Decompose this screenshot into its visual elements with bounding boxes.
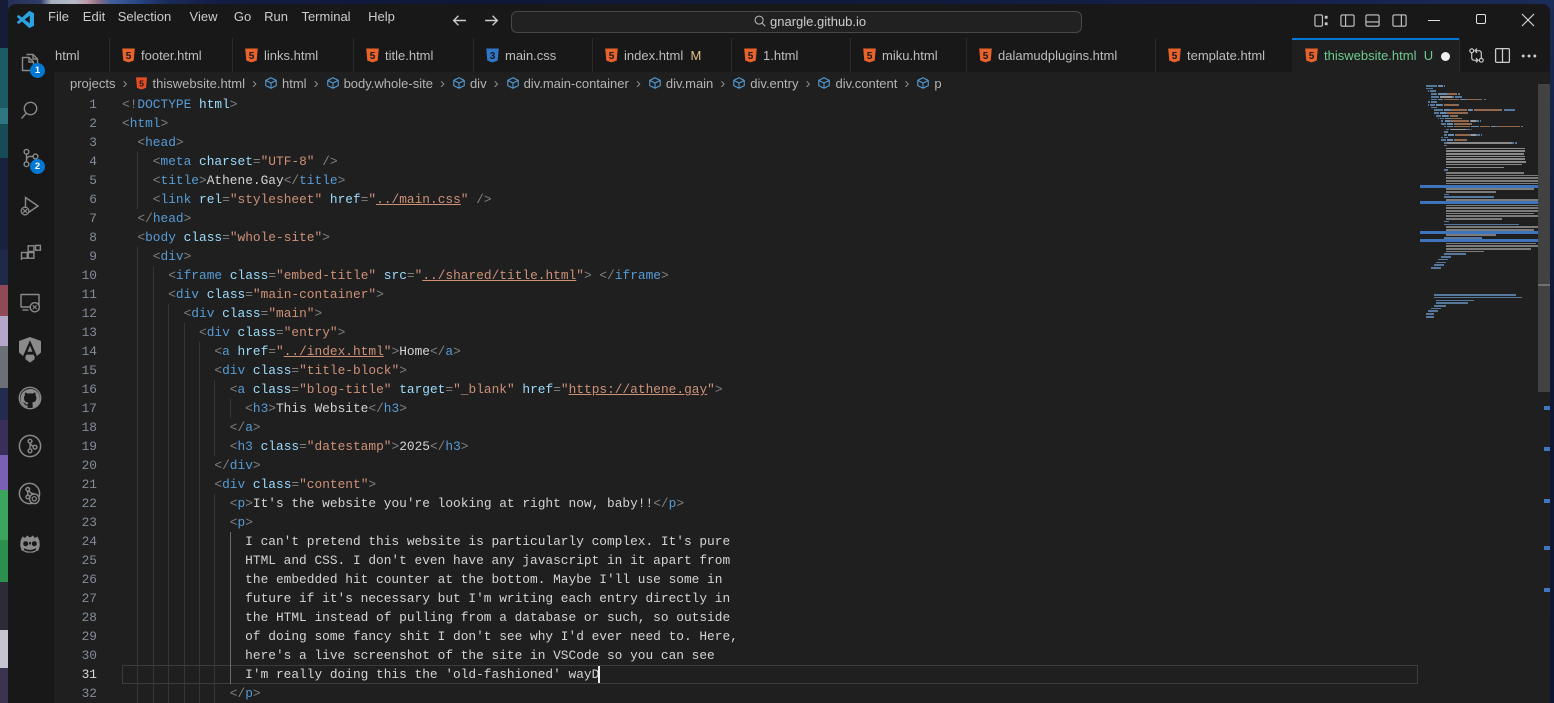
- svg-text:5: 5: [249, 51, 255, 62]
- svg-text:5: 5: [748, 51, 754, 62]
- svg-text:5: 5: [1309, 51, 1315, 62]
- svg-text:5: 5: [609, 51, 615, 62]
- svg-text:5: 5: [139, 79, 144, 89]
- svg-text:5: 5: [983, 51, 989, 62]
- svg-text:5: 5: [1172, 51, 1178, 62]
- svg-text:3: 3: [490, 51, 496, 62]
- svg-text:5: 5: [126, 51, 132, 62]
- svg-text:5: 5: [370, 51, 376, 62]
- svg-text:5: 5: [867, 51, 873, 62]
